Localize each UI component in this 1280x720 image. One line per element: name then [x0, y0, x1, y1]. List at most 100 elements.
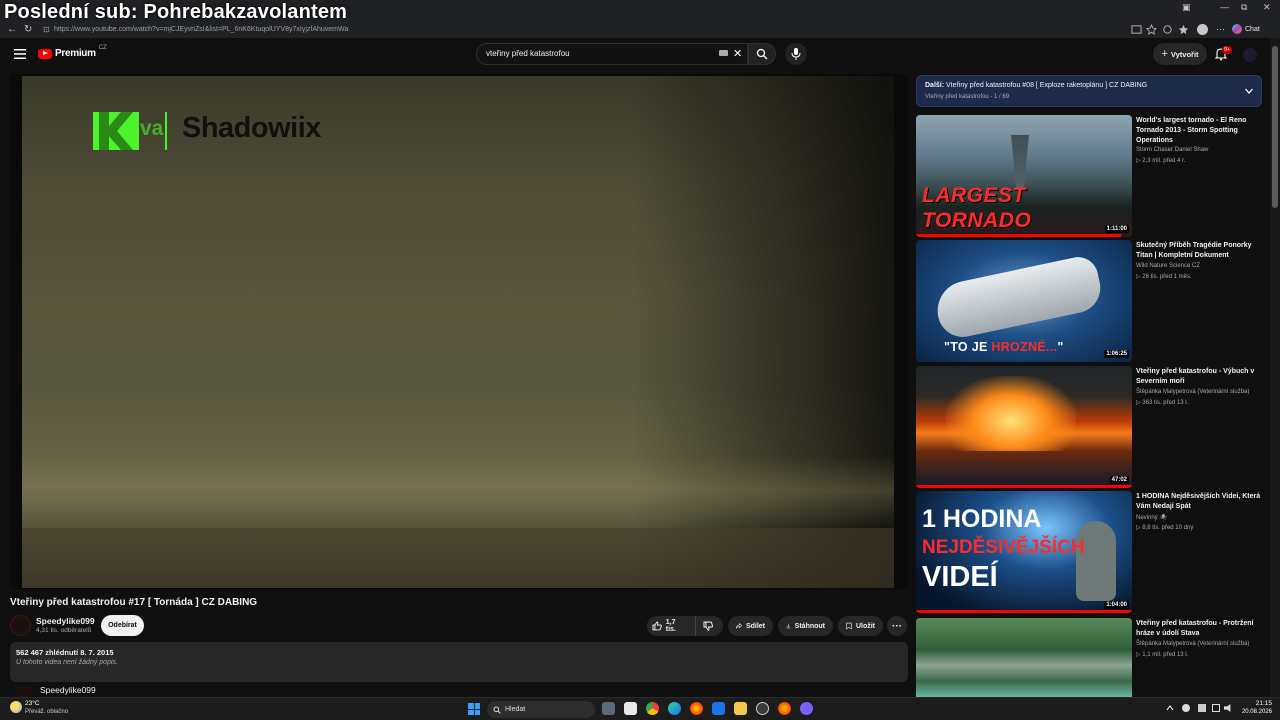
watched-progress [916, 610, 1132, 613]
microphone-icon [791, 48, 801, 60]
thumbnail-overlay-text: 1 HODINA [922, 505, 1042, 533]
show-hidden-icons-chevron-icon[interactable] [1166, 704, 1174, 712]
clear-search-icon[interactable]: ✕ [733, 47, 742, 60]
tab-actions-icon[interactable]: ▣ [1182, 2, 1191, 13]
account-avatar[interactable] [1243, 48, 1257, 62]
reader-icon[interactable] [1131, 24, 1142, 35]
recommendation-channel[interactable]: Storm Chaser Daniel Shaw [1136, 147, 1208, 153]
frame-band [22, 456, 894, 526]
youtube-play-icon [38, 48, 52, 59]
firefox-icon[interactable] [778, 702, 791, 715]
recommendation-title[interactable]: Vteřiny před katastrofou - Výbuch v Seve… [1136, 367, 1266, 387]
thumbnail-overlay-text: VIDEÍ [922, 561, 998, 593]
clock-date[interactable]: 20.08.2026 [1236, 709, 1272, 715]
video-thumbnail[interactable]: LARGEST TORNADO 1:11:00 [916, 115, 1132, 237]
chevron-down-icon[interactable] [1244, 86, 1254, 96]
duration-badge: 1:04:00 [1104, 601, 1129, 609]
playlist-next-up: Další: Vteřiny před katastrofou #08 [ Ex… [925, 82, 1148, 89]
weather-icon[interactable] [10, 701, 22, 713]
close-window-button[interactable]: ✕ [1263, 2, 1271, 13]
task-view-icon[interactable] [602, 702, 615, 715]
watched-progress [916, 234, 1122, 237]
discord-icon[interactable] [800, 702, 813, 715]
more-actions-button[interactable]: ··· [887, 616, 907, 636]
plus-icon: + [1161, 48, 1168, 60]
profile-avatar[interactable] [1197, 24, 1208, 35]
subscribe-button[interactable]: Odebírat [101, 615, 144, 636]
recommendation-item[interactable]: 1 HODINA NEJDĚSIVĚJŠÍCH VIDEÍ 1:04:00 1 … [916, 491, 1270, 613]
reload-icon[interactable]: ↻ [24, 22, 32, 38]
submarine-image [932, 253, 1105, 342]
minimize-button[interactable]: — [1220, 2, 1229, 12]
keyboard-icon[interactable] [719, 50, 728, 56]
search-input[interactable]: vteřiny před katastrofou [476, 43, 748, 65]
thumbnail-overlay-text: NEJDĚSIVĚJŠÍCH [922, 537, 1085, 558]
url-field[interactable]: ⊡ https://www.youtube.com/watch?v=mjCJEy… [40, 23, 1140, 37]
edge-icon[interactable] [668, 702, 681, 715]
recommendation-title[interactable]: World's largest tornado - El Reno Tornad… [1136, 116, 1266, 146]
like-button[interactable]: 1,7 tis. [647, 616, 695, 636]
playlist-panel[interactable]: Další: Vteřiny před katastrofou #08 [ Ex… [916, 75, 1262, 107]
page-scrollbar-thumb[interactable] [1272, 46, 1278, 208]
description-box[interactable]: 562 467 zhlédnutí 8. 7. 2015 U tohoto vi… [10, 642, 908, 682]
search-icon [756, 48, 768, 60]
channel-name[interactable]: Speedylike099 [36, 616, 95, 626]
voice-search-button[interactable] [785, 43, 807, 65]
back-icon[interactable]: ← [7, 22, 17, 38]
copilot-icon [1232, 24, 1242, 34]
subscriber-count: 4,31 tis. odběratelů [36, 627, 92, 634]
create-button[interactable]: + Vytvořit [1153, 43, 1207, 65]
video-thumbnail[interactable]: 1 HODINA NEJDĚSIVĚJŠÍCH VIDEÍ 1:04:00 [916, 491, 1132, 613]
youtube-premium-logo[interactable]: Premium CZ [38, 45, 107, 59]
copilot-chat-button[interactable]: Chat [1232, 24, 1260, 34]
recommendation-item[interactable]: Vteřiny před katastrofou - Protržení hrá… [916, 618, 1270, 697]
video-thumbnail[interactable] [916, 618, 1132, 697]
onedrive-icon[interactable] [1182, 704, 1190, 712]
mail-icon[interactable] [712, 702, 725, 715]
extensions-icon[interactable] [1162, 24, 1173, 35]
recommendation-item[interactable]: LARGEST TORNADO 1:11:00 World's largest … [916, 115, 1270, 237]
lock-icon: ⊡ [43, 25, 50, 34]
recommendation-channel[interactable]: Štěpánka Malypetrová (Veterinární služba… [1136, 641, 1249, 647]
recommendation-stats: ▷ 363 tis. před 13 l. [1136, 400, 1189, 406]
video-player[interactable] [10, 74, 908, 589]
more-menu-icon[interactable]: ··· [1216, 24, 1225, 34]
weather-temperature[interactable]: 23°C [25, 700, 40, 707]
recommendation-item[interactable]: 47:02 Vteřiny před katastrofou - Výbuch … [916, 366, 1270, 488]
thumbnail-overlay-text: LARGEST [922, 184, 1026, 207]
recommendation-title[interactable]: 1 HODINA Nejděsivějších Videí, Která Vám… [1136, 492, 1266, 512]
comment-author[interactable]: Speedylike099 [40, 685, 96, 695]
recommendation-channel[interactable]: Nevinný 🕷 [1136, 514, 1167, 521]
save-button[interactable]: Uložit [838, 616, 883, 636]
recommendation-item[interactable]: "TO JE HROZNÉ..." 1:06:25 Skutečný Příbě… [916, 240, 1270, 362]
start-button[interactable] [468, 703, 480, 715]
video-thumbnail[interactable]: 47:02 [916, 366, 1132, 488]
hamburger-menu-icon[interactable] [14, 49, 26, 59]
watched-progress [916, 485, 1132, 488]
recommendation-channel[interactable]: Wild Nature Science CZ [1136, 263, 1200, 269]
favorites-icon[interactable] [1178, 24, 1189, 35]
widgets-icon[interactable] [624, 702, 637, 715]
volume-icon[interactable] [1224, 704, 1231, 712]
channel-avatar[interactable] [10, 615, 31, 636]
file-explorer-icon[interactable] [734, 702, 747, 715]
dislike-button[interactable] [695, 616, 723, 636]
clock-time[interactable]: 21:15 [1240, 700, 1272, 707]
video-thumbnail[interactable]: "TO JE HROZNÉ..." 1:06:25 [916, 240, 1132, 362]
search-button[interactable] [748, 43, 776, 65]
display-icon[interactable] [1212, 704, 1220, 712]
recommendation-title[interactable]: Skutečný Příběh Tragédie Ponorky Titan |… [1136, 241, 1266, 261]
app-icon[interactable] [756, 702, 769, 715]
pen-icon[interactable] [1198, 704, 1206, 712]
more-dots-icon: ··· [892, 620, 902, 632]
share-button[interactable]: Sdílet [728, 616, 773, 636]
taskbar-search[interactable]: Hledat [487, 701, 595, 718]
download-button[interactable]: Stáhnout [778, 616, 833, 636]
recommendation-title[interactable]: Vteřiny před katastrofou - Protržení hrá… [1136, 619, 1266, 639]
youtube-header: Premium CZ vteřiny před katastrofou ✕ + … [0, 38, 1270, 72]
favorite-star-icon[interactable] [1146, 24, 1157, 35]
recommendation-channel[interactable]: Štěpánka Malypetrová (Veterinární služba… [1136, 389, 1249, 395]
chrome-icon[interactable] [646, 702, 659, 715]
firefox-icon[interactable] [690, 702, 703, 715]
maximize-button[interactable]: ⧉ [1241, 2, 1247, 13]
